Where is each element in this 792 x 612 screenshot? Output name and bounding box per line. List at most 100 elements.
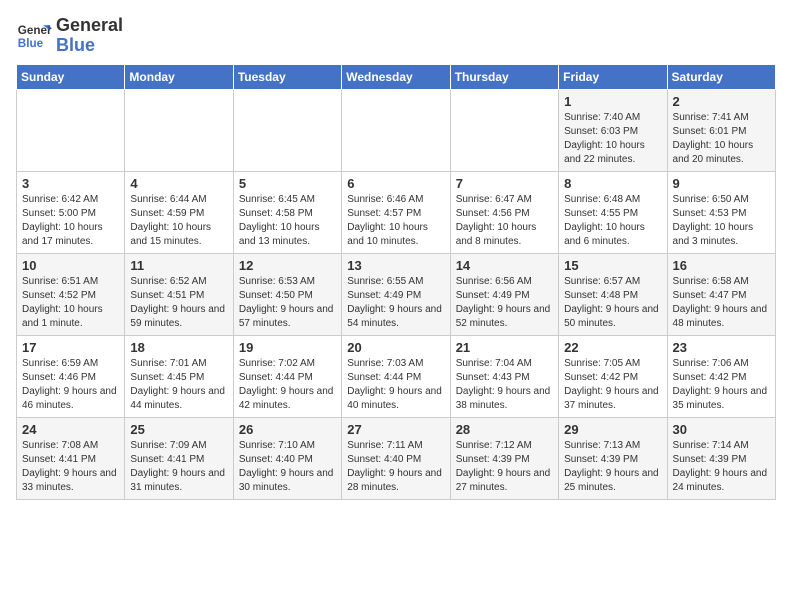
calendar-week-row: 24 Sunrise: 7:08 AM Sunset: 4:41 PM Dayli… [17, 417, 776, 499]
day-info: Sunrise: 6:50 AM Sunset: 4:53 PM Dayligh… [673, 193, 770, 249]
day-info: Sunrise: 6:57 AM Sunset: 4:48 PM Dayligh… [564, 275, 661, 331]
day-info: Sunrise: 7:13 AM Sunset: 4:39 PM Dayligh… [564, 439, 661, 495]
day-number: 24 [22, 422, 119, 437]
day-number: 27 [347, 422, 444, 437]
day-number: 16 [673, 258, 770, 273]
day-number: 23 [673, 340, 770, 355]
day-info: Sunrise: 7:05 AM Sunset: 4:42 PM Dayligh… [564, 357, 661, 413]
calendar-cell: 28 Sunrise: 7:12 AM Sunset: 4:39 PM Dayli… [450, 417, 558, 499]
day-number: 2 [673, 94, 770, 109]
calendar-cell: 6 Sunrise: 6:46 AM Sunset: 4:57 PM Daylig… [342, 171, 450, 253]
day-info: Sunrise: 7:06 AM Sunset: 4:42 PM Dayligh… [673, 357, 770, 413]
calendar-cell: 2 Sunrise: 7:41 AM Sunset: 6:01 PM Daylig… [667, 89, 775, 171]
calendar-cell: 21 Sunrise: 7:04 AM Sunset: 4:43 PM Dayli… [450, 335, 558, 417]
day-number: 5 [239, 176, 336, 191]
calendar-week-row: 10Sunrise: 6:51 AM Sunset: 4:52 PM Dayli… [17, 253, 776, 335]
page-header: General Blue General Blue [16, 16, 776, 56]
day-number: 8 [564, 176, 661, 191]
day-info: Sunrise: 7:41 AM Sunset: 6:01 PM Dayligh… [673, 111, 770, 167]
day-info: Sunrise: 6:59 AM Sunset: 4:46 PM Dayligh… [22, 357, 119, 413]
calendar-cell: 27 Sunrise: 7:11 AM Sunset: 4:40 PM Dayli… [342, 417, 450, 499]
day-number: 14 [456, 258, 553, 273]
day-number: 4 [130, 176, 227, 191]
calendar-cell: 24 Sunrise: 7:08 AM Sunset: 4:41 PM Dayli… [17, 417, 125, 499]
day-info: Sunrise: 7:12 AM Sunset: 4:39 PM Dayligh… [456, 439, 553, 495]
day-number: 12 [239, 258, 336, 273]
calendar-cell: 23 Sunrise: 7:06 AM Sunset: 4:42 PM Dayli… [667, 335, 775, 417]
day-info: Sunrise: 7:09 AM Sunset: 4:41 PM Dayligh… [130, 439, 227, 495]
calendar-cell: 8 Sunrise: 6:48 AM Sunset: 4:55 PM Daylig… [559, 171, 667, 253]
calendar-cell: 25 Sunrise: 7:09 AM Sunset: 4:41 PM Dayli… [125, 417, 233, 499]
day-number: 22 [564, 340, 661, 355]
day-number: 25 [130, 422, 227, 437]
day-info: Sunrise: 7:02 AM Sunset: 4:44 PM Dayligh… [239, 357, 336, 413]
day-number: 13 [347, 258, 444, 273]
day-info: Sunrise: 6:52 AM Sunset: 4:51 PM Dayligh… [130, 275, 227, 331]
svg-text:Blue: Blue [18, 37, 44, 50]
day-number: 7 [456, 176, 553, 191]
weekday-header-cell: Wednesday [342, 64, 450, 89]
day-info: Sunrise: 6:44 AM Sunset: 4:59 PM Dayligh… [130, 193, 227, 249]
logo: General Blue General Blue [16, 16, 123, 56]
calendar-cell: 26Sunrise: 7:10 AM Sunset: 4:40 PM Dayli… [233, 417, 341, 499]
day-info: Sunrise: 7:14 AM Sunset: 4:39 PM Dayligh… [673, 439, 770, 495]
day-info: Sunrise: 7:04 AM Sunset: 4:43 PM Dayligh… [456, 357, 553, 413]
calendar-cell [233, 89, 341, 171]
calendar-cell: 14 Sunrise: 6:56 AM Sunset: 4:49 PM Dayli… [450, 253, 558, 335]
day-number: 28 [456, 422, 553, 437]
day-info: Sunrise: 6:51 AM Sunset: 4:52 PM Dayligh… [22, 275, 119, 331]
day-number: 29 [564, 422, 661, 437]
day-info: Sunrise: 6:53 AM Sunset: 4:50 PM Dayligh… [239, 275, 336, 331]
day-info: Sunrise: 7:08 AM Sunset: 4:41 PM Dayligh… [22, 439, 119, 495]
calendar-cell: 10Sunrise: 6:51 AM Sunset: 4:52 PM Dayli… [17, 253, 125, 335]
day-number: 17 [22, 340, 119, 355]
calendar-cell: 30 Sunrise: 7:14 AM Sunset: 4:39 PM Dayli… [667, 417, 775, 499]
calendar-cell: 7 Sunrise: 6:47 AM Sunset: 4:56 PM Daylig… [450, 171, 558, 253]
day-info: Sunrise: 7:01 AM Sunset: 4:45 PM Dayligh… [130, 357, 227, 413]
calendar-cell: 22 Sunrise: 7:05 AM Sunset: 4:42 PM Dayli… [559, 335, 667, 417]
day-info: Sunrise: 6:56 AM Sunset: 4:49 PM Dayligh… [456, 275, 553, 331]
day-number: 30 [673, 422, 770, 437]
weekday-header-cell: Tuesday [233, 64, 341, 89]
calendar-cell: 5 Sunrise: 6:45 AM Sunset: 4:58 PM Daylig… [233, 171, 341, 253]
weekday-header-cell: Monday [125, 64, 233, 89]
day-info: Sunrise: 6:42 AM Sunset: 5:00 PM Dayligh… [22, 193, 119, 249]
calendar-cell: 19Sunrise: 7:02 AM Sunset: 4:44 PM Dayli… [233, 335, 341, 417]
day-info: Sunrise: 6:47 AM Sunset: 4:56 PM Dayligh… [456, 193, 553, 249]
day-info: Sunrise: 6:58 AM Sunset: 4:47 PM Dayligh… [673, 275, 770, 331]
day-number: 21 [456, 340, 553, 355]
day-info: Sunrise: 6:55 AM Sunset: 4:49 PM Dayligh… [347, 275, 444, 331]
day-info: Sunrise: 7:11 AM Sunset: 4:40 PM Dayligh… [347, 439, 444, 495]
day-info: Sunrise: 7:03 AM Sunset: 4:44 PM Dayligh… [347, 357, 444, 413]
calendar-cell [17, 89, 125, 171]
calendar-cell: 11 Sunrise: 6:52 AM Sunset: 4:51 PM Dayli… [125, 253, 233, 335]
weekday-header-cell: Saturday [667, 64, 775, 89]
calendar-cell: 16 Sunrise: 6:58 AM Sunset: 4:47 PM Dayli… [667, 253, 775, 335]
calendar-cell: 12 Sunrise: 6:53 AM Sunset: 4:50 PM Dayli… [233, 253, 341, 335]
day-number: 15 [564, 258, 661, 273]
day-info: Sunrise: 6:45 AM Sunset: 4:58 PM Dayligh… [239, 193, 336, 249]
calendar-cell: 18Sunrise: 7:01 AM Sunset: 4:45 PM Dayli… [125, 335, 233, 417]
calendar-cell: 4 Sunrise: 6:44 AM Sunset: 4:59 PM Daylig… [125, 171, 233, 253]
weekday-header-row: SundayMondayTuesdayWednesdayThursdayFrid… [17, 64, 776, 89]
calendar-cell [450, 89, 558, 171]
calendar-body: 1Sunrise: 7:40 AM Sunset: 6:03 PM Daylig… [17, 89, 776, 499]
weekday-header-cell: Friday [559, 64, 667, 89]
calendar-cell: 1Sunrise: 7:40 AM Sunset: 6:03 PM Daylig… [559, 89, 667, 171]
calendar-week-row: 1Sunrise: 7:40 AM Sunset: 6:03 PM Daylig… [17, 89, 776, 171]
calendar-week-row: 17 Sunrise: 6:59 AM Sunset: 4:46 PM Dayli… [17, 335, 776, 417]
calendar-cell: 15 Sunrise: 6:57 AM Sunset: 4:48 PM Dayli… [559, 253, 667, 335]
calendar-cell [342, 89, 450, 171]
day-number: 3 [22, 176, 119, 191]
logo-icon: General Blue [16, 18, 52, 54]
day-info: Sunrise: 6:48 AM Sunset: 4:55 PM Dayligh… [564, 193, 661, 249]
calendar-cell: 29 Sunrise: 7:13 AM Sunset: 4:39 PM Dayli… [559, 417, 667, 499]
day-info: Sunrise: 7:40 AM Sunset: 6:03 PM Dayligh… [564, 111, 661, 167]
day-number: 11 [130, 258, 227, 273]
day-number: 6 [347, 176, 444, 191]
calendar-week-row: 3 Sunrise: 6:42 AM Sunset: 5:00 PM Daylig… [17, 171, 776, 253]
day-info: Sunrise: 6:46 AM Sunset: 4:57 PM Dayligh… [347, 193, 444, 249]
day-number: 26 [239, 422, 336, 437]
calendar-table: SundayMondayTuesdayWednesdayThursdayFrid… [16, 64, 776, 500]
calendar-cell: 20Sunrise: 7:03 AM Sunset: 4:44 PM Dayli… [342, 335, 450, 417]
